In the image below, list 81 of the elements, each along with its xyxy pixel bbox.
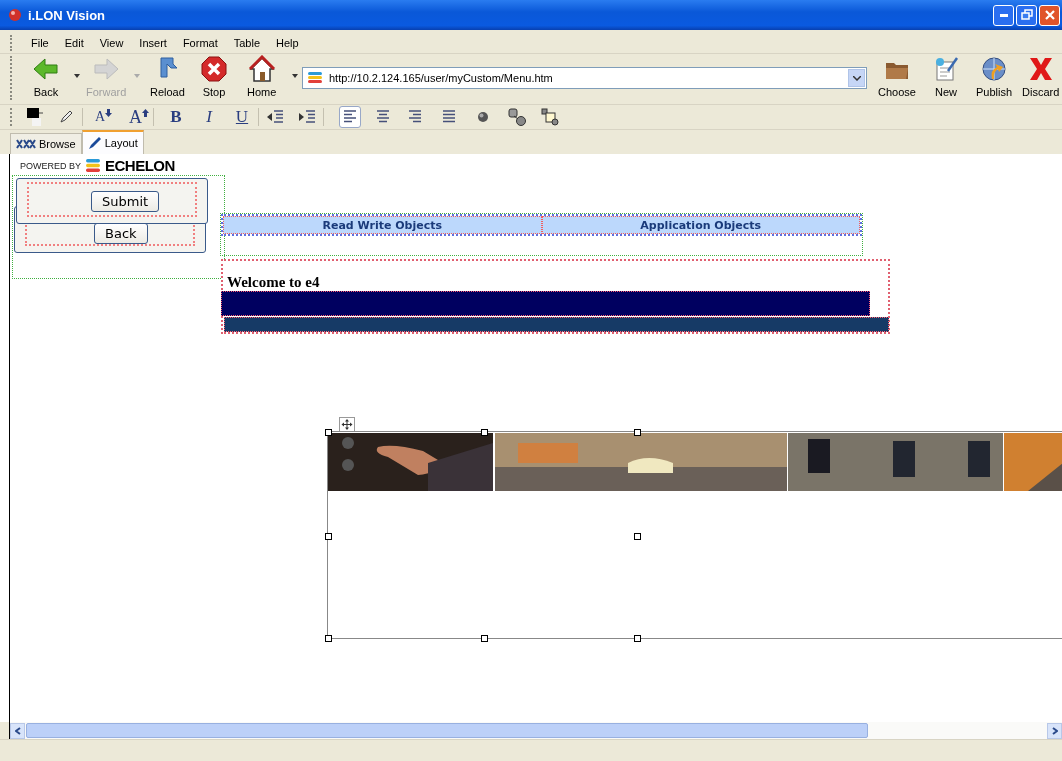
scrollbar-thumb[interactable]	[26, 723, 868, 738]
caret-icon[interactable]	[74, 74, 80, 78]
page-icon	[307, 71, 323, 85]
discard-button[interactable]: Discard	[1020, 55, 1062, 98]
arrow-left-icon	[32, 55, 60, 83]
welcome-heading: Welcome to e4	[227, 274, 320, 291]
chevron-left-icon	[14, 726, 21, 735]
restore-button[interactable]	[1016, 4, 1037, 26]
resize-handle[interactable]	[481, 429, 488, 436]
stop-button[interactable]: Stop	[198, 55, 230, 98]
arrow-up-icon	[142, 109, 149, 117]
pencil-icon	[59, 110, 73, 124]
color-swatch-icon	[27, 108, 43, 126]
close-icon	[1043, 9, 1056, 21]
submit-button[interactable]: Submit	[91, 191, 160, 212]
browse-tab[interactable]: Browse	[10, 133, 82, 154]
arrow-down-icon	[105, 109, 113, 117]
resize-handle[interactable]	[634, 635, 641, 642]
bold-button[interactable]: B	[165, 106, 187, 128]
scroll-left-button[interactable]	[10, 722, 25, 739]
indent-icon	[299, 110, 315, 124]
app-icon	[8, 8, 22, 22]
scroll-right-button[interactable]	[1047, 722, 1062, 739]
resize-handle[interactable]	[325, 429, 332, 436]
align-center-icon	[376, 110, 390, 124]
address-bar[interactable]: http://10.2.124.165/user/myCustom/Menu.htm	[302, 67, 867, 89]
restore-icon	[1020, 9, 1033, 21]
shapes-icon	[508, 108, 526, 126]
menu-item[interactable]: Format	[174, 37, 226, 49]
zigzag-icon	[16, 138, 36, 150]
resize-handle[interactable]	[481, 635, 488, 642]
resize-handle[interactable]	[634, 429, 641, 436]
move-icon[interactable]	[339, 417, 355, 432]
home-button[interactable]: Home	[245, 55, 279, 98]
layers-button[interactable]	[538, 106, 562, 128]
new-button[interactable]: New	[930, 55, 962, 98]
nav-link[interactable]: Application Objects	[541, 216, 860, 234]
outdent-icon	[267, 110, 283, 124]
caret-icon[interactable]	[292, 74, 298, 78]
shapes-button[interactable]	[505, 106, 529, 128]
underline-button[interactable]: U	[231, 106, 253, 128]
menu-item[interactable]: Table	[225, 37, 268, 49]
resize-handle[interactable]	[634, 533, 641, 540]
house-icon	[247, 55, 276, 83]
minimize-icon	[999, 13, 1008, 17]
choose-button[interactable]: Choose	[876, 55, 918, 98]
reload-button[interactable]: Reload	[148, 55, 187, 98]
layout-tab[interactable]: Layout	[81, 130, 144, 154]
italic-button[interactable]: I	[198, 106, 220, 128]
nav-link[interactable]: Read Write Objects	[223, 216, 542, 234]
globe-icon	[980, 55, 1009, 83]
pen-icon	[87, 136, 102, 150]
back-button[interactable]: Back	[30, 55, 62, 98]
window-title: i.LON Vision	[28, 7, 106, 23]
menu-item[interactable]: Help	[268, 37, 307, 49]
font-larger-button[interactable]: A	[126, 106, 152, 128]
resize-handle[interactable]	[325, 533, 332, 540]
chevron-down-icon	[852, 75, 861, 81]
menu-item[interactable]: View	[91, 37, 132, 49]
chevron-right-icon	[1051, 726, 1058, 735]
shapes-icon	[541, 108, 559, 126]
publish-button[interactable]: Publish	[974, 55, 1015, 98]
horizontal-scrollbar[interactable]	[9, 722, 1062, 739]
menu-item[interactable]: Insert	[131, 37, 175, 49]
powered-by-logo: POWERED BY ECHELON	[20, 157, 175, 174]
justify-icon	[442, 110, 456, 124]
menu-item[interactable]: Edit	[56, 37, 92, 49]
align-right-icon	[408, 110, 422, 124]
sphere-icon	[477, 111, 489, 123]
resize-handle[interactable]	[325, 635, 332, 642]
back-button[interactable]: Back	[94, 223, 148, 244]
align-left-icon	[343, 110, 357, 124]
dropdown-button[interactable]	[848, 69, 865, 87]
align-left-button[interactable]	[339, 106, 361, 128]
menu-item[interactable]: File	[23, 37, 57, 49]
close-button[interactable]	[1039, 4, 1060, 26]
minimize-button[interactable]	[993, 4, 1014, 26]
color-button[interactable]	[24, 106, 46, 128]
font-smaller-button[interactable]: A	[92, 106, 116, 128]
image-frame[interactable]	[327, 431, 1062, 639]
stop-icon	[200, 55, 228, 83]
